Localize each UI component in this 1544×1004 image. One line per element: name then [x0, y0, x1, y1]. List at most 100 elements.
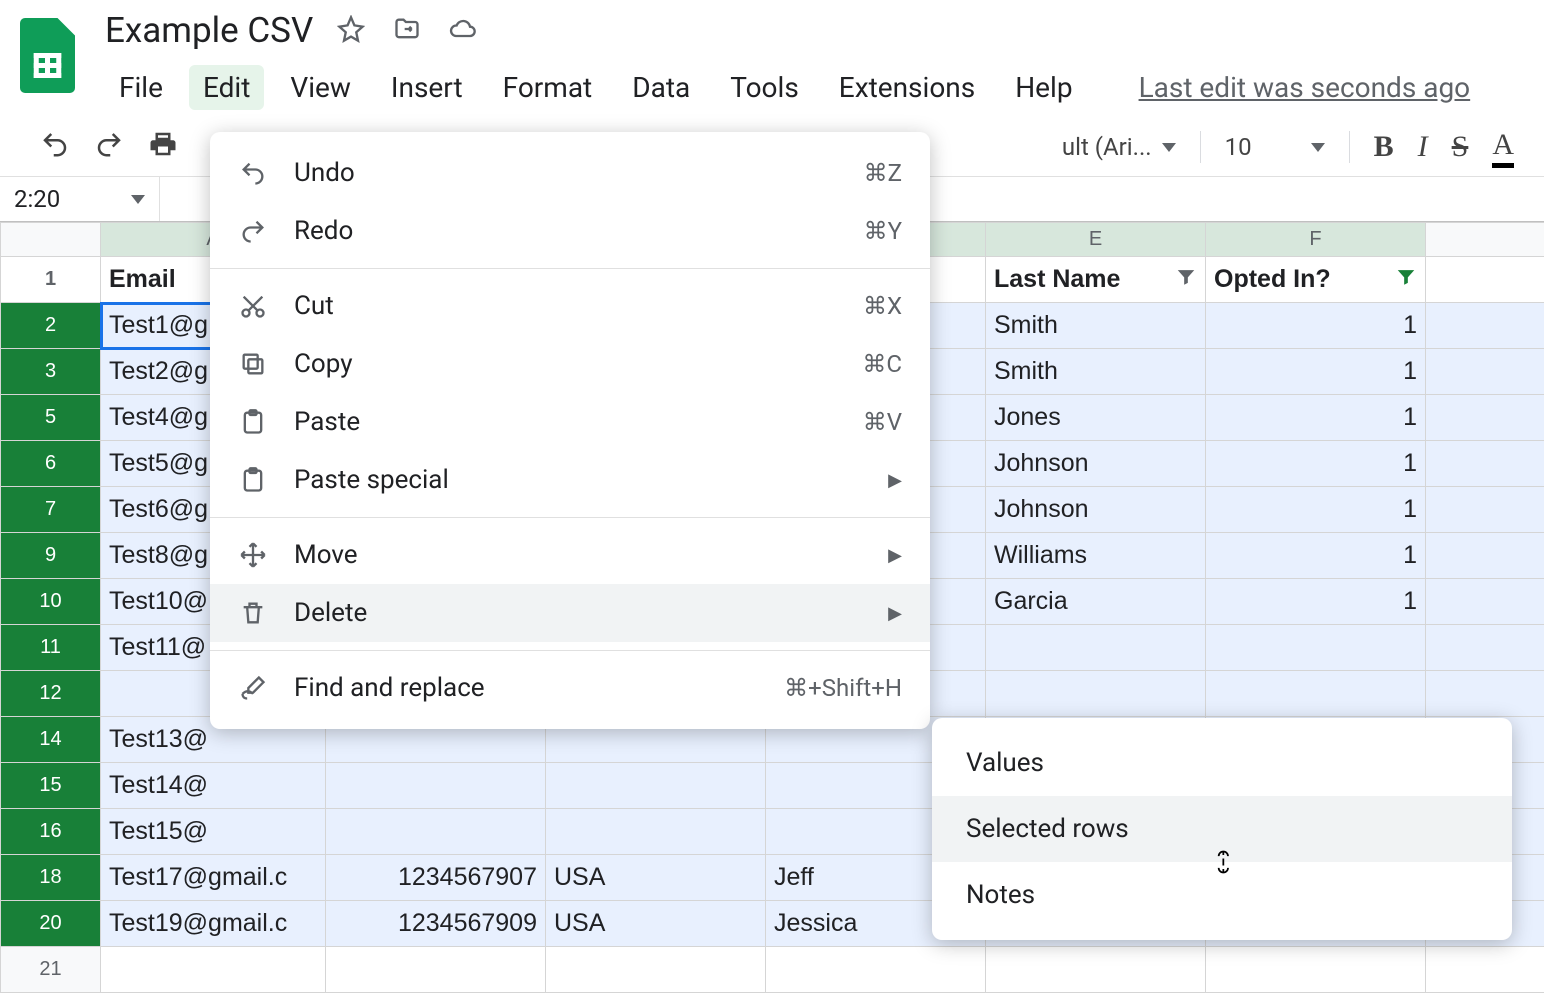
- cell[interactable]: [1426, 671, 1544, 717]
- cell[interactable]: [1426, 579, 1544, 625]
- cell[interactable]: 1: [1206, 533, 1426, 579]
- bold-button[interactable]: B: [1374, 130, 1394, 164]
- submenu-item-values[interactable]: Values: [932, 730, 1512, 796]
- move-folder-icon[interactable]: [393, 15, 421, 47]
- redo-icon[interactable]: [94, 129, 124, 165]
- cell[interactable]: Opted In?: [1206, 257, 1426, 303]
- cell[interactable]: USA: [546, 855, 766, 901]
- col-header-G[interactable]: [1426, 223, 1544, 257]
- menu-item-redo[interactable]: Redo⌘Y: [210, 202, 930, 260]
- cell[interactable]: [326, 809, 546, 855]
- cell[interactable]: [986, 671, 1206, 717]
- cell[interactable]: [1426, 349, 1544, 395]
- row-header[interactable]: 11: [1, 625, 101, 671]
- cell[interactable]: Test15@: [101, 809, 326, 855]
- menu-file[interactable]: File: [105, 65, 177, 110]
- menu-item-copy[interactable]: Copy⌘C: [210, 335, 930, 393]
- cell[interactable]: 1234567909: [326, 901, 546, 947]
- menu-help[interactable]: Help: [1001, 65, 1086, 110]
- document-title[interactable]: Example CSV: [105, 10, 313, 51]
- row-header[interactable]: 21: [1, 947, 101, 993]
- cell[interactable]: 1: [1206, 487, 1426, 533]
- row-header[interactable]: 2: [1, 303, 101, 349]
- cell[interactable]: [546, 809, 766, 855]
- cell[interactable]: [1426, 395, 1544, 441]
- col-header-F[interactable]: F: [1206, 223, 1426, 257]
- row-header[interactable]: 3: [1, 349, 101, 395]
- cell[interactable]: [326, 763, 546, 809]
- cell[interactable]: Test17@gmail.c: [101, 855, 326, 901]
- menu-item-paste[interactable]: Paste⌘V: [210, 393, 930, 451]
- cell[interactable]: Smith: [986, 303, 1206, 349]
- font-size-select[interactable]: 10: [1225, 133, 1325, 161]
- print-icon[interactable]: [148, 129, 178, 165]
- row-header[interactable]: 6: [1, 441, 101, 487]
- cloud-status-icon[interactable]: [449, 15, 477, 47]
- col-header-E[interactable]: E: [986, 223, 1206, 257]
- row-header[interactable]: 5: [1, 395, 101, 441]
- cell[interactable]: 1: [1206, 579, 1426, 625]
- cell[interactable]: Jones: [986, 395, 1206, 441]
- menu-tools[interactable]: Tools: [716, 65, 813, 110]
- row-header[interactable]: 16: [1, 809, 101, 855]
- row-header[interactable]: 18: [1, 855, 101, 901]
- cell[interactable]: [546, 763, 766, 809]
- cell[interactable]: Test19@gmail.c: [101, 901, 326, 947]
- cell[interactable]: 1: [1206, 395, 1426, 441]
- filter-icon[interactable]: [1175, 265, 1197, 294]
- cell[interactable]: [1206, 671, 1426, 717]
- cell[interactable]: [1426, 533, 1544, 579]
- menu-item-cut[interactable]: Cut⌘X: [210, 277, 930, 335]
- menu-item-undo[interactable]: Undo⌘Z: [210, 144, 930, 202]
- row-header[interactable]: 20: [1, 901, 101, 947]
- last-edit-link[interactable]: Last edit was seconds ago: [1139, 71, 1471, 104]
- cell[interactable]: Johnson: [986, 441, 1206, 487]
- menu-view[interactable]: View: [276, 65, 365, 110]
- menu-item-delete[interactable]: Delete▶: [210, 584, 930, 642]
- cell[interactable]: [1426, 441, 1544, 487]
- select-all-corner[interactable]: [1, 223, 101, 257]
- cell[interactable]: 1: [1206, 349, 1426, 395]
- cell[interactable]: 1: [1206, 303, 1426, 349]
- row-header[interactable]: 15: [1, 763, 101, 809]
- undo-icon[interactable]: [40, 129, 70, 165]
- strike-button[interactable]: S: [1452, 130, 1469, 164]
- cell[interactable]: Johnson: [986, 487, 1206, 533]
- menu-extensions[interactable]: Extensions: [825, 65, 989, 110]
- cell[interactable]: 1: [1206, 441, 1426, 487]
- row-header[interactable]: 1: [1, 257, 101, 303]
- table-row[interactable]: 21: [1, 947, 1544, 993]
- menu-edit[interactable]: Edit: [189, 65, 264, 110]
- cell[interactable]: Williams: [986, 533, 1206, 579]
- menu-format[interactable]: Format: [489, 65, 607, 110]
- cell[interactable]: [1426, 487, 1544, 533]
- row-header[interactable]: 12: [1, 671, 101, 717]
- menu-item-find-and-replace[interactable]: Find and replace⌘+Shift+H: [210, 659, 930, 717]
- cell[interactable]: Test14@: [101, 763, 326, 809]
- filter-icon[interactable]: [1395, 265, 1417, 294]
- row-header[interactable]: 9: [1, 533, 101, 579]
- italic-button[interactable]: I: [1418, 130, 1428, 164]
- cell[interactable]: Last Name: [986, 257, 1206, 303]
- cell[interactable]: [986, 625, 1206, 671]
- star-icon[interactable]: [337, 15, 365, 47]
- cell[interactable]: [1206, 625, 1426, 671]
- menu-item-paste-special[interactable]: Paste special▶: [210, 451, 930, 509]
- cell[interactable]: [1426, 303, 1544, 349]
- row-header[interactable]: 10: [1, 579, 101, 625]
- menu-item-move[interactable]: Move▶: [210, 526, 930, 584]
- cell[interactable]: USA: [546, 901, 766, 947]
- name-box[interactable]: 2:20: [0, 177, 160, 221]
- text-color-button[interactable]: A: [1492, 128, 1514, 166]
- menu-data[interactable]: Data: [618, 65, 704, 110]
- redo-icon: [238, 217, 268, 245]
- menu-item-label: Cut: [294, 291, 837, 321]
- row-header[interactable]: 7: [1, 487, 101, 533]
- cell[interactable]: 1234567907: [326, 855, 546, 901]
- cell[interactable]: [1426, 625, 1544, 671]
- menu-insert[interactable]: Insert: [377, 65, 477, 110]
- font-family-select[interactable]: ult (Ari...: [1062, 133, 1176, 161]
- cell[interactable]: Garcia: [986, 579, 1206, 625]
- row-header[interactable]: 14: [1, 717, 101, 763]
- cell[interactable]: Smith: [986, 349, 1206, 395]
